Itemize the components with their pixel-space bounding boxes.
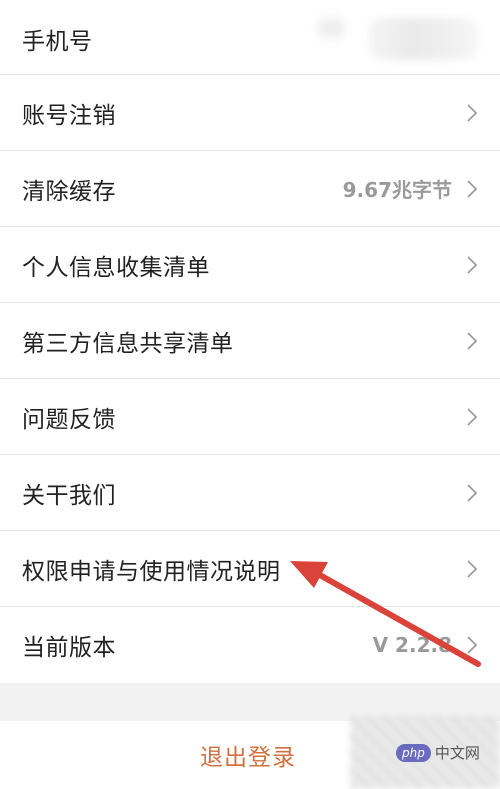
phone-number-blurred: [368, 18, 478, 60]
chevron-right-icon: [467, 636, 478, 654]
settings-item-label: 个人信息收集清单: [22, 254, 210, 281]
settings-item-feedback[interactable]: 问题反馈: [0, 379, 500, 455]
watermark-badge: php: [396, 743, 431, 762]
settings-item-label: 清除缓存: [22, 178, 116, 205]
cache-size-value: 9.67兆字节: [342, 178, 452, 202]
settings-item-permission-explanation[interactable]: 权限申请与使用情况说明: [0, 531, 500, 607]
settings-item-label: 当前版本: [22, 635, 116, 661]
settings-item-label: 账号注销: [22, 102, 116, 129]
logout-label: 退出登录: [200, 745, 296, 771]
version-value: V 2.2.8: [372, 633, 452, 657]
settings-item-account-cancel[interactable]: 账号注销: [0, 75, 500, 151]
settings-item-third-party-share-list[interactable]: 第三方信息共享清单: [0, 303, 500, 379]
chevron-right-icon: [467, 559, 478, 578]
settings-page: 手机号 账号注销 清除缓存 9.67兆字节 个人信息收集清单 第三方信息共享清单…: [0, 0, 500, 789]
settings-item-personal-info-list[interactable]: 个人信息收集清单: [0, 227, 500, 303]
chevron-right-icon: [467, 331, 478, 350]
settings-item-clear-cache[interactable]: 清除缓存 9.67兆字节: [0, 151, 500, 227]
settings-item-label: 权限申请与使用情况说明: [22, 558, 281, 585]
chevron-right-icon: [467, 103, 478, 122]
settings-item-label: 第三方信息共享清单: [22, 330, 234, 357]
settings-item-phone[interactable]: 手机号: [0, 0, 500, 75]
settings-item-label: 问题反馈: [22, 406, 116, 433]
chevron-right-icon: [467, 407, 478, 426]
settings-item-label: 关干我们: [22, 482, 116, 509]
watermark-logo: php 中文网: [396, 742, 480, 763]
settings-item-label: 手机号: [22, 29, 93, 55]
settings-item-about-us[interactable]: 关干我们: [0, 455, 500, 531]
watermark-text: 中文网: [434, 744, 480, 762]
phone-number-blurred-fragment: [318, 18, 344, 38]
settings-list: 手机号 账号注销 清除缓存 9.67兆字节 个人信息收集清单 第三方信息共享清单…: [0, 0, 500, 683]
chevron-right-icon: [467, 255, 478, 274]
chevron-right-icon: [467, 483, 478, 502]
settings-item-current-version[interactable]: 当前版本 V 2.2.8: [0, 607, 500, 683]
chevron-right-icon: [467, 179, 478, 198]
